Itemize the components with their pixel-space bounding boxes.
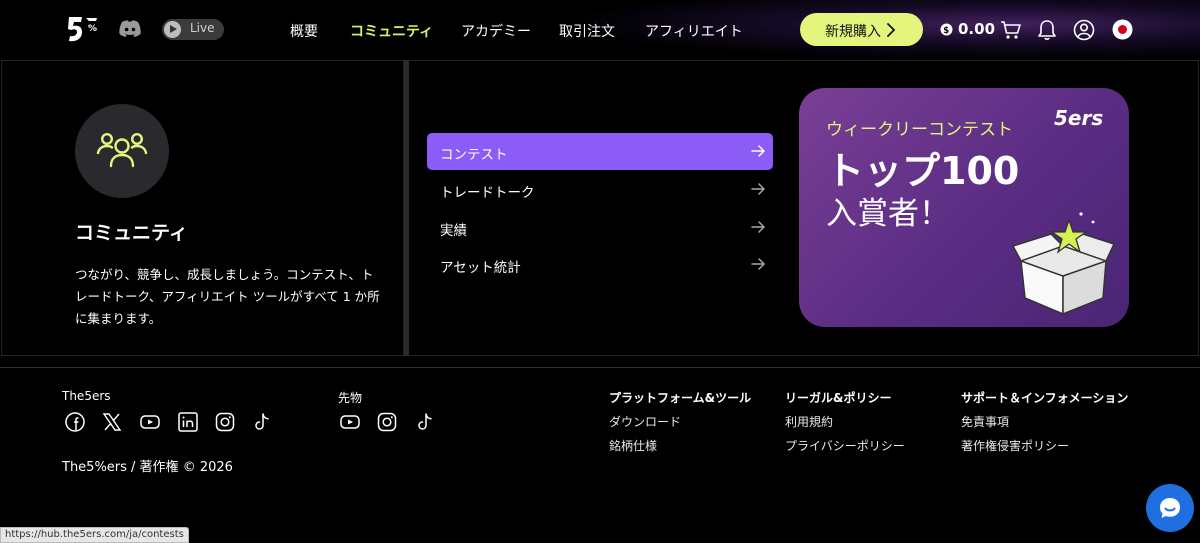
community-users-icon xyxy=(96,132,148,168)
instagram-icon[interactable] xyxy=(215,412,235,432)
instagram-icon[interactable] xyxy=(377,412,397,432)
community-title: コミュニティ xyxy=(75,222,188,244)
footer-link-terms[interactable]: 利用規約 xyxy=(785,413,833,430)
promo-subtitle: ウィークリーコンテスト xyxy=(826,120,1013,140)
footer-link-copyright-policy[interactable]: 著作権侵害ポリシー xyxy=(961,437,1069,454)
nav-trading-orders[interactable]: 取引注文 xyxy=(559,21,615,41)
promo-subheadline: 入賞者！ xyxy=(826,196,950,232)
chevron-right-icon xyxy=(887,23,896,37)
status-bar-url: https://hub.the5ers.com/ja/contests xyxy=(0,527,189,543)
new-purchase-label: 新規購入 xyxy=(825,24,881,40)
footer-platform-heading: プラットフォーム&ツール xyxy=(609,391,752,405)
live-label: Live xyxy=(190,21,215,35)
menu-item-label: 実績 xyxy=(440,223,467,239)
nav-overview[interactable]: 概要 xyxy=(290,21,318,41)
community-icon-circle xyxy=(75,104,169,198)
nav-affiliate[interactable]: アフィリエイト xyxy=(645,21,743,41)
menu-item-asset-stats[interactable]: アセット統計 xyxy=(427,246,773,283)
discord-icon[interactable] xyxy=(118,19,142,39)
community-description: つながり、競争し、成長しましょう。コンテスト、ト レードトーク、アフィリエイト … xyxy=(75,264,395,330)
x-icon[interactable] xyxy=(102,412,122,432)
linkedin-icon[interactable] xyxy=(178,412,198,432)
gift-box-star-icon xyxy=(1011,212,1116,316)
chat-icon xyxy=(1160,498,1180,518)
the5ers-logo[interactable]: % xyxy=(66,14,100,44)
footer-support-heading: サポート＆インフォメーション xyxy=(961,391,1129,405)
menu-item-trade-talk[interactable]: トレードトーク xyxy=(427,171,773,208)
footer-legal-heading: リーガル&ポリシー xyxy=(785,391,892,405)
svg-text:%: % xyxy=(88,24,97,34)
footer-link-disclaimer[interactable]: 免責事項 xyxy=(961,413,1009,430)
facebook-icon[interactable] xyxy=(65,412,85,432)
arrow-right-icon xyxy=(751,221,765,233)
nav-academy[interactable]: アカデミー xyxy=(461,21,531,41)
new-purchase-button[interactable]: 新規購入 xyxy=(800,13,923,46)
tiktok-icon[interactable] xyxy=(415,412,435,432)
arrow-right-icon xyxy=(751,258,765,270)
bell-icon[interactable] xyxy=(1037,19,1057,41)
arrow-right-icon xyxy=(751,183,765,195)
live-button[interactable]: Live xyxy=(162,19,224,40)
japan-flag-icon[interactable] xyxy=(1112,19,1133,40)
svg-text:$: $ xyxy=(943,26,949,36)
menu-item-label: トレードトーク xyxy=(440,185,535,201)
section-divider xyxy=(0,367,1200,368)
description-line: レードトーク、アフィリエイト ツールがすべて 1 か所 xyxy=(75,289,380,304)
user-icon[interactable] xyxy=(1073,19,1095,41)
menu-item-label: コンテスト xyxy=(440,147,508,163)
tiktok-icon[interactable] xyxy=(252,412,272,432)
live-chat-button[interactable] xyxy=(1146,484,1194,532)
play-icon xyxy=(164,21,181,38)
weekly-contest-banner[interactable]: ウィークリーコンテスト 5ers トップ100 入賞者！ xyxy=(799,88,1129,327)
youtube-icon[interactable] xyxy=(140,412,160,432)
nav-community[interactable]: コミュニティ xyxy=(350,21,433,41)
cart-icon[interactable] xyxy=(1000,19,1022,41)
description-line: つながり、競争し、成長しましょう。コンテスト、ト xyxy=(75,267,374,282)
coin-icon: $ xyxy=(940,23,953,36)
footer-link-symbol-specs[interactable]: 銘柄仕様 xyxy=(609,437,657,454)
footer-brand-heading: The5ers xyxy=(62,389,111,403)
arrow-right-icon xyxy=(751,145,765,157)
balance-value: 0.00 xyxy=(958,20,996,38)
footer-futures-heading: 先物 xyxy=(338,391,363,405)
footer-link-download[interactable]: ダウンロード xyxy=(609,413,681,430)
menu-item-contests[interactable]: コンテスト xyxy=(427,133,773,170)
footer-link-privacy[interactable]: プライバシーポリシー xyxy=(785,437,905,454)
menu-item-achievements[interactable]: 実績 xyxy=(427,209,773,246)
description-line: に集まります。 xyxy=(75,311,162,326)
copyright-text: The5%ers / 著作権 © 2026 xyxy=(62,460,233,475)
promo-headline: トップ100 xyxy=(826,149,1020,193)
promo-logo: 5ers xyxy=(1054,106,1104,130)
youtube-icon[interactable] xyxy=(340,412,360,432)
menu-item-label: アセット統計 xyxy=(440,260,521,276)
